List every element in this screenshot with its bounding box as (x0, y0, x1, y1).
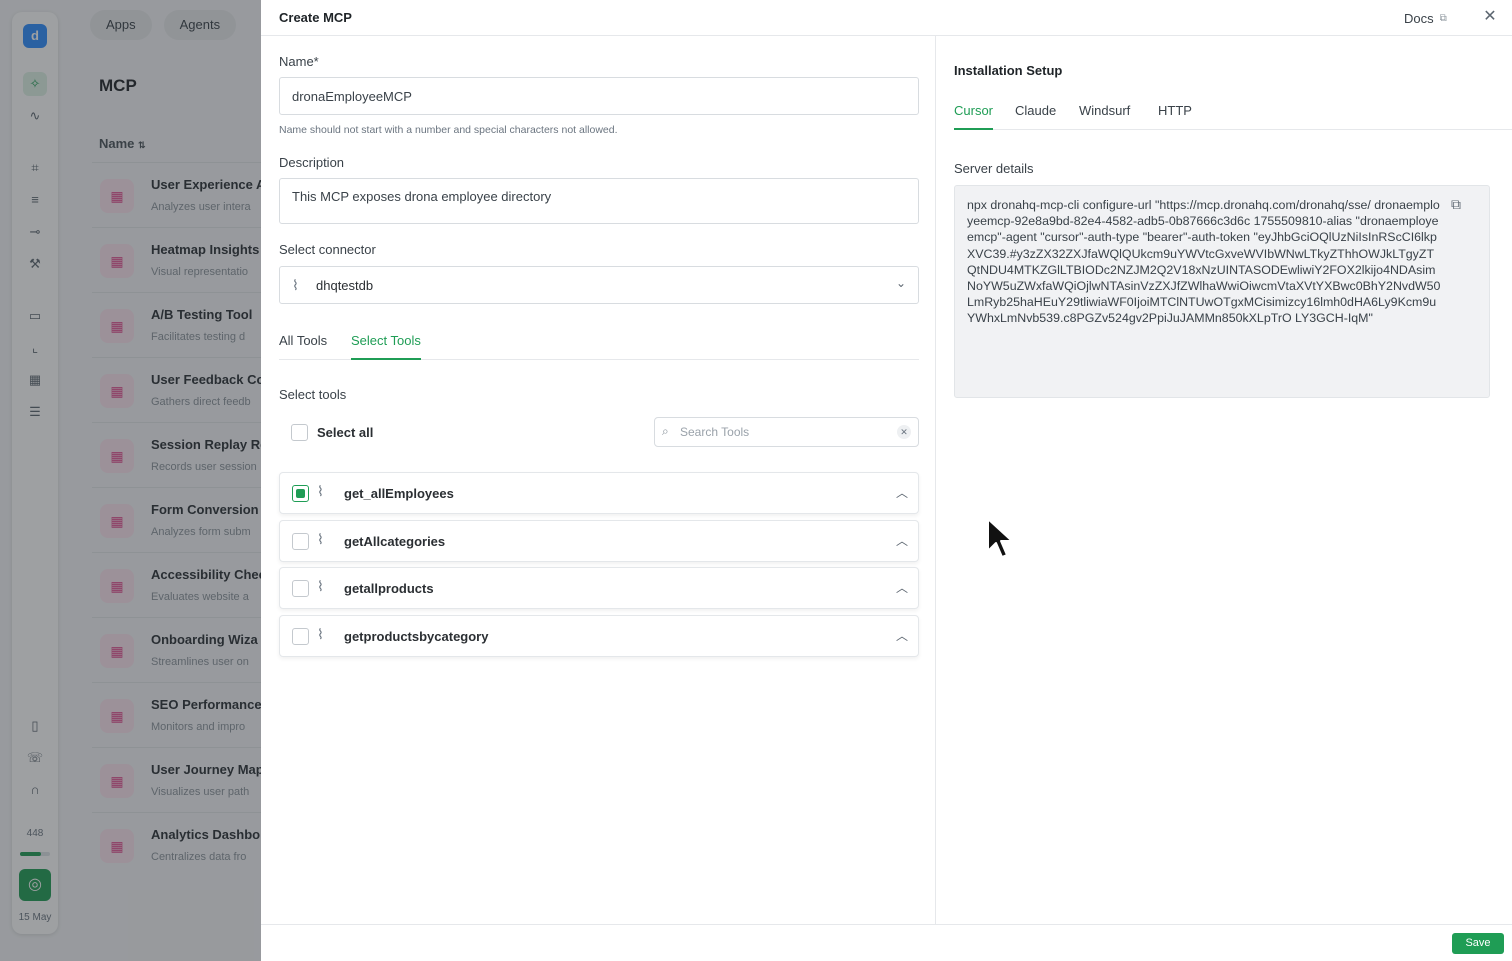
name-help-text: Name should not start with a number and … (279, 124, 618, 136)
copy-icon[interactable]: ⧉ (1451, 196, 1461, 213)
server-details-label: Server details (954, 161, 1034, 176)
tool-item[interactable]: ⌇ getAllcategories ︿ (279, 520, 919, 562)
connector-value: dhqtestdb (316, 278, 374, 293)
tools-tabs: All Tools Select Tools (279, 330, 919, 360)
mysql-dolphin-icon: ⌇ (317, 578, 324, 594)
select-all-checkbox[interactable] (291, 424, 308, 441)
external-link-icon: ⧉ (1439, 12, 1447, 24)
chevron-down-icon: ⌄ (895, 276, 906, 290)
connector-label: Select connector (279, 242, 376, 257)
mouse-cursor-icon (987, 518, 1013, 558)
tool-name: getAllcategories (344, 534, 446, 549)
mysql-dolphin-icon: ⌇ (317, 483, 324, 499)
chevron-up-icon[interactable]: ︿ (896, 627, 908, 644)
tool-name: get_allEmployees (344, 486, 454, 501)
server-command-box[interactable]: npx dronahq-mcp-cli configure-url "https… (954, 185, 1490, 398)
chevron-up-icon[interactable]: ︿ (896, 579, 908, 596)
tool-checkbox[interactable] (292, 628, 309, 645)
description-label: Description (279, 155, 345, 170)
installation-tabs: Cursor Claude Windsurf HTTP (954, 100, 1512, 130)
tool-item[interactable]: ⌇ getproductsbycategory ︿ (279, 615, 919, 657)
tab-claude[interactable]: Claude (1015, 103, 1056, 130)
tab-windsurf[interactable]: Windsurf (1079, 103, 1130, 130)
search-tools-box: ⌕ ✕ (654, 417, 919, 447)
docs-link[interactable]: Docs ⧉ (1404, 8, 1447, 28)
name-input[interactable] (279, 77, 919, 115)
close-icon[interactable]: ✕ (1481, 7, 1499, 27)
modal-footer: Save (261, 924, 1512, 961)
tool-name: getallproducts (344, 581, 434, 596)
modal-backdrop[interactable] (0, 0, 262, 961)
modal-header: Create MCP Docs ⧉ ✕ (261, 0, 1512, 36)
create-mcp-modal: Create MCP Docs ⧉ ✕ Name* Name should no… (261, 0, 1512, 961)
select-all-label[interactable]: Select all (317, 425, 373, 440)
search-icon: ⌕ (662, 424, 669, 438)
tool-name: getproductsbycategory (344, 629, 489, 644)
mysql-dolphin-icon: ⌇ (317, 531, 324, 547)
installation-title: Installation Setup (954, 63, 1063, 78)
tab-all-tools[interactable]: All Tools (279, 333, 327, 360)
save-button[interactable]: Save (1452, 933, 1504, 954)
clear-search-icon[interactable]: ✕ (897, 425, 911, 439)
tab-http[interactable]: HTTP (1158, 103, 1192, 130)
chevron-up-icon[interactable]: ︿ (896, 484, 908, 501)
connector-select[interactable]: ⌇ dhqtestdb ⌄ (279, 266, 919, 304)
search-tools-input[interactable] (680, 423, 890, 441)
name-label: Name* (279, 54, 319, 69)
description-input[interactable]: This MCP exposes drona employee director… (279, 178, 919, 224)
tool-item[interactable]: ⌇ get_allEmployees ︿ (279, 472, 919, 514)
docs-label: Docs (1404, 10, 1434, 26)
select-tools-label: Select tools (279, 387, 347, 402)
tool-item[interactable]: ⌇ getallproducts ︿ (279, 567, 919, 609)
tab-cursor[interactable]: Cursor (954, 103, 994, 130)
background-viewport: d ✧ ∿ ⌗ ≡ ⊸ ⚒ ▭ ⌞ ▦ ☰ ▯ ☏ ∩ 448 ◎ 15 May… (0, 0, 262, 961)
tool-checkbox[interactable] (292, 485, 309, 502)
modal-title: Create MCP (279, 10, 352, 25)
mysql-dolphin-icon: ⌇ (317, 626, 324, 642)
chevron-up-icon[interactable]: ︿ (896, 532, 908, 549)
installation-column: Installation Setup Cursor Claude Windsur… (937, 36, 1512, 924)
tool-checkbox[interactable] (292, 580, 309, 597)
form-column: Name* Name should not start with a numbe… (261, 36, 936, 924)
mysql-dolphin-icon: ⌇ (292, 277, 299, 293)
tab-select-tools[interactable]: Select Tools (351, 333, 421, 360)
tool-checkbox[interactable] (292, 533, 309, 550)
